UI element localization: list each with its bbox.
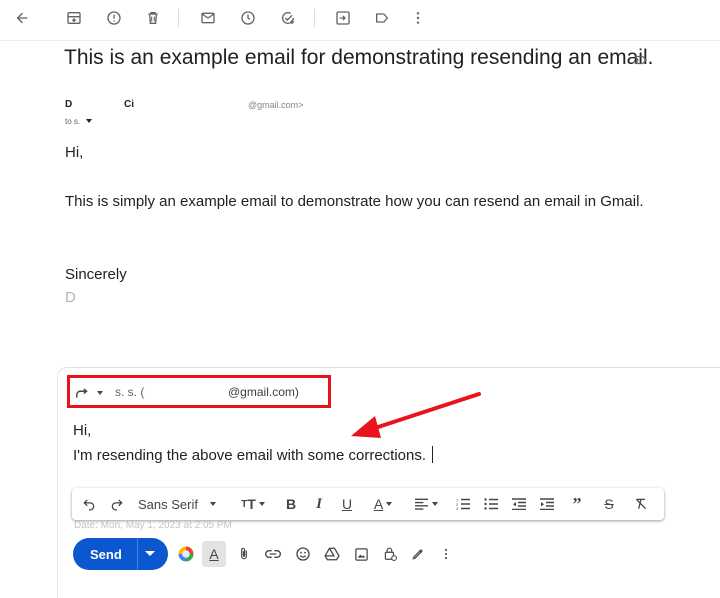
send-label: Send (90, 547, 122, 562)
email-greeting: Hi, (65, 144, 84, 161)
more-vert-icon[interactable] (408, 8, 428, 28)
annotation-highlight-box (67, 375, 331, 408)
add-to-tasks-icon[interactable] (278, 8, 298, 28)
bold-icon[interactable]: B (280, 488, 302, 520)
photo-icon[interactable] (349, 541, 373, 567)
drive-icon[interactable] (320, 541, 344, 567)
more-options-icon[interactable] (434, 541, 458, 567)
font-size-icon[interactable]: TT (236, 488, 270, 520)
email-body: This is simply an example email to demon… (65, 193, 644, 210)
label-icon[interactable] (372, 8, 392, 28)
signature-icon[interactable] (406, 541, 430, 567)
font-family-select[interactable]: Sans Serif (138, 488, 230, 520)
link-icon[interactable] (261, 541, 285, 567)
attach-icon[interactable] (232, 541, 256, 567)
quote-icon[interactable]: ” (566, 488, 588, 520)
sender-email: @gmail.com> (248, 100, 304, 110)
email-subject: This is an example email for demonstrati… (64, 46, 654, 69)
back-arrow-icon[interactable] (12, 8, 32, 28)
underline-icon[interactable]: U (336, 488, 358, 520)
svg-text:3: 3 (456, 506, 459, 510)
mark-unread-icon[interactable] (198, 8, 218, 28)
to-line-text: to s. (65, 117, 81, 126)
remove-formatting-icon[interactable] (630, 488, 652, 520)
redo-icon[interactable] (106, 488, 128, 520)
annotation-arrow (351, 392, 481, 438)
toolbar-divider (178, 9, 179, 27)
compose-line-1[interactable]: Hi, (73, 422, 91, 439)
delete-icon[interactable] (143, 8, 163, 28)
strikethrough-icon[interactable]: S (598, 488, 620, 520)
undo-icon[interactable] (78, 488, 100, 520)
color-theme-icon[interactable] (174, 541, 198, 567)
formatting-options-icon[interactable]: A (202, 541, 226, 567)
sender-initial: D (65, 99, 73, 110)
sender-initial: Ci (124, 99, 134, 110)
move-to-icon[interactable] (333, 8, 353, 28)
italic-icon[interactable]: I (308, 488, 330, 520)
toolbar-divider (314, 9, 315, 27)
align-icon[interactable] (410, 488, 442, 520)
important-marker-icon[interactable] (632, 52, 650, 68)
compose-line-2[interactable]: I'm resending the above email with some … (73, 446, 434, 464)
numbered-list-icon[interactable]: 123 (452, 488, 474, 520)
archive-icon[interactable] (64, 8, 84, 28)
confidential-lock-icon[interactable] (378, 541, 402, 567)
quoted-date-fragment: Date: Mon, May 1, 2023 at 2:05 PM (74, 520, 232, 530)
schedule-send-dropdown-icon[interactable] (145, 551, 155, 556)
font-family-label: Sans Serif (138, 496, 198, 512)
compose-line-2-text: I'm resending the above email with some … (73, 447, 427, 464)
chevron-down-icon (209, 502, 216, 506)
report-spam-icon[interactable] (104, 8, 124, 28)
text-color-icon[interactable]: A (366, 488, 400, 520)
formatting-toolbar: Sans Serif TT B I U A 123 ” S (72, 488, 664, 520)
email-signature: D (65, 289, 76, 306)
recipient-details-toggle[interactable]: to s. (65, 117, 93, 126)
send-button-divider (137, 538, 138, 570)
text-cursor (432, 446, 434, 463)
chevron-down-icon (86, 119, 93, 123)
indent-more-icon[interactable] (536, 488, 558, 520)
toolbar-bottom-border (0, 40, 720, 41)
email-closing: Sincerely (65, 266, 127, 283)
send-button[interactable]: Send (73, 538, 168, 570)
bulleted-list-icon[interactable] (480, 488, 502, 520)
snooze-icon[interactable] (238, 8, 258, 28)
emoji-icon[interactable] (291, 541, 315, 567)
indent-less-icon[interactable] (508, 488, 530, 520)
